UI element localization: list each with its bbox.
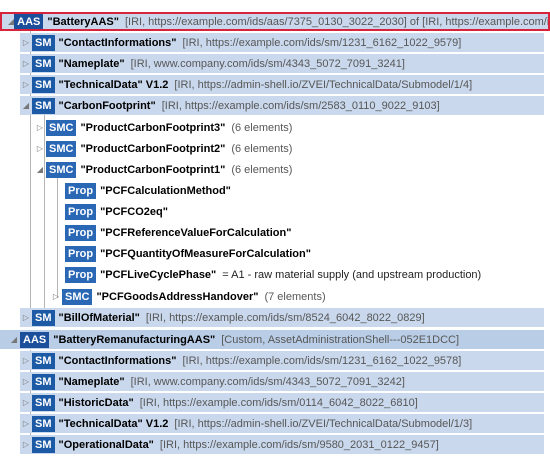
expand-chevron-icon[interactable]: ▷: [20, 313, 32, 322]
submodel-type-badge: SM: [32, 34, 55, 51]
expand-chevron-icon[interactable]: ▷: [20, 80, 32, 89]
tree-node-contact-informations-2[interactable]: ▷ SM "ContactInformations" [IRI, https:/…: [20, 351, 544, 370]
tree-node-contact-informations[interactable]: ▷ SM "ContactInformations" [IRI, https:/…: [20, 33, 544, 52]
expand-chevron-icon[interactable]: ▷: [20, 398, 32, 407]
collection-type-badge: SMC: [62, 288, 93, 305]
node-name: "PCFReferenceValueForCalculation": [100, 226, 292, 239]
node-name: "ProductCarbonFootprint2": [80, 142, 226, 155]
collapse-chevron-icon[interactable]: ◢: [34, 165, 46, 174]
submodel-type-badge: SM: [32, 436, 55, 453]
submodel-type-badge: SM: [32, 352, 55, 369]
node-name: "BatteryRemanufacturingAAS": [53, 333, 216, 346]
aas-type-badge: AAS: [14, 13, 44, 30]
node-name: "PCFCO2eq": [100, 205, 168, 218]
collapse-chevron-icon[interactable]: ◢: [20, 101, 32, 110]
tree-node-battery-remanufacturing-aas[interactable]: ◢ AAS "BatteryRemanufacturingAAS" [Custo…: [0, 330, 544, 349]
tree-node-nameplate-2[interactable]: ▷ SM "Nameplate" [IRI, www.company.com/i…: [20, 372, 544, 391]
tree-node-pcf-quantity-of-measure[interactable]: Prop "PCFQuantityOfMeasureForCalculation…: [65, 244, 544, 263]
submodel-type-badge: SM: [32, 97, 55, 114]
node-identifier: [IRI, https://example.com/ids/aas/7375_0…: [124, 15, 550, 28]
tree-node-nameplate[interactable]: ▷ SM "Nameplate" [IRI, www.company.com/i…: [20, 54, 544, 73]
tree-connector-line: [30, 30, 31, 320]
tree-node-pcf-goods-address-handover[interactable]: ▷ SMC "PCFGoodsAddressHandover" (7 eleme…: [50, 287, 544, 306]
tree-node-product-carbon-footprint-2[interactable]: ▷ SMC "ProductCarbonFootprint2" (6 eleme…: [34, 139, 544, 158]
node-identifier: [IRI, https://example.com/ids/sm/1231_61…: [182, 354, 462, 367]
tree-node-pcf-calculation-method[interactable]: Prop "PCFCalculationMethod": [65, 181, 544, 200]
submodel-type-badge: SM: [32, 55, 55, 72]
node-identifier: [IRI, https://example.com/ids/sm/0114_60…: [139, 396, 418, 409]
node-name: "OperationalData": [58, 438, 154, 451]
node-name: "PCFLiveCyclePhase": [100, 268, 217, 281]
node-identifier: [IRI, https://admin-shell.io/ZVEI/Techni…: [174, 417, 473, 430]
expand-chevron-icon[interactable]: ▷: [34, 123, 46, 132]
tree-node-battery-aas[interactable]: ◢ AAS "BatteryAAS" [IRI, https://example…: [0, 12, 550, 31]
submodel-type-badge: SM: [32, 76, 55, 93]
node-name: "TechnicalData" V1.2: [58, 417, 169, 430]
collection-type-badge: SMC: [46, 119, 77, 136]
node-name: "HistoricData": [58, 396, 134, 409]
submodel-type-badge: SM: [32, 373, 55, 390]
property-type-badge: Prop: [65, 245, 97, 262]
node-identifier: [IRI, https://example.com/ids/sm/9580_20…: [159, 438, 439, 451]
property-type-badge: Prop: [65, 203, 97, 220]
submodel-type-badge: SM: [32, 394, 55, 411]
tree-node-pcf-live-cycle-phase[interactable]: Prop "PCFLiveCyclePhase" = A1 - raw mate…: [65, 265, 544, 284]
node-name: "BillOfMaterial": [58, 311, 140, 324]
node-identifier: [IRI, www.company.com/ids/sm/4343_5072_7…: [130, 375, 405, 388]
aas-type-badge: AAS: [20, 331, 50, 348]
node-identifier: [Custom, AssetAdministrationShell---052E…: [221, 333, 460, 346]
node-name: "BatteryAAS": [47, 15, 119, 28]
node-identifier: [IRI, https://admin-shell.io/ZVEI/Techni…: [174, 78, 473, 91]
node-name: "PCFGoodsAddressHandover": [96, 290, 259, 303]
node-element-count: (6 elements): [231, 163, 293, 176]
submodel-type-badge: SM: [32, 415, 55, 432]
node-element-count: (6 elements): [231, 142, 293, 155]
property-value: = A1 - raw material supply (and upstream…: [222, 268, 482, 281]
tree-node-historic-data[interactable]: ▷ SM "HistoricData" [IRI, https://exampl…: [20, 393, 544, 412]
node-name: "PCFQuantityOfMeasureForCalculation": [100, 247, 311, 260]
expand-chevron-icon[interactable]: ▷: [20, 377, 32, 386]
node-identifier: [IRI, www.company.com/ids/sm/4343_5072_7…: [130, 57, 405, 70]
tree-node-bill-of-material[interactable]: ▷ SM "BillOfMaterial" [IRI, https://exam…: [20, 308, 544, 327]
tree-node-pcf-co2eq[interactable]: Prop "PCFCO2eq": [65, 202, 544, 221]
expand-chevron-icon[interactable]: ▷: [20, 59, 32, 68]
tree-node-operational-data[interactable]: ▷ SM "OperationalData" [IRI, https://exa…: [20, 435, 544, 454]
node-name: "Nameplate": [58, 57, 125, 70]
expand-chevron-icon[interactable]: ▷: [20, 38, 32, 47]
node-name: "ProductCarbonFootprint3": [80, 121, 226, 134]
node-element-count: (7 elements): [264, 290, 326, 303]
property-type-badge: Prop: [65, 266, 97, 283]
node-name: "ContactInformations": [58, 36, 177, 49]
node-name: "CarbonFootprint": [58, 99, 156, 112]
collection-type-badge: SMC: [46, 161, 77, 178]
expand-chevron-icon[interactable]: ▷: [20, 419, 32, 428]
property-type-badge: Prop: [65, 182, 97, 199]
tree-node-technical-data[interactable]: ▷ SM "TechnicalData" V1.2 [IRI, https://…: [20, 75, 544, 94]
tree-node-product-carbon-footprint-1[interactable]: ◢ SMC "ProductCarbonFootprint1" (6 eleme…: [34, 160, 544, 179]
expand-chevron-icon[interactable]: ▷: [50, 292, 62, 301]
node-name: "ProductCarbonFootprint1": [80, 163, 226, 176]
expand-chevron-icon[interactable]: ▷: [34, 144, 46, 153]
node-element-count: (6 elements): [231, 121, 293, 134]
node-name: "PCFCalculationMethod": [100, 184, 231, 197]
node-identifier: [IRI, https://example.com/ids/sm/2583_01…: [161, 99, 440, 112]
tree-node-technical-data-2[interactable]: ▷ SM "TechnicalData" V1.2 [IRI, https://…: [20, 414, 544, 433]
node-identifier: [IRI, https://example.com/ids/sm/1231_61…: [182, 36, 462, 49]
submodel-type-badge: SM: [32, 309, 55, 326]
node-name: "TechnicalData" V1.2: [58, 78, 169, 91]
tree-node-product-carbon-footprint-3[interactable]: ▷ SMC "ProductCarbonFootprint3" (6 eleme…: [34, 118, 544, 137]
expand-chevron-icon[interactable]: ▷: [20, 440, 32, 449]
node-identifier: [IRI, https://example.com/ids/sm/8524_60…: [145, 311, 425, 324]
tree-node-carbon-footprint[interactable]: ◢ SM "CarbonFootprint" [IRI, https://exa…: [20, 96, 544, 115]
property-type-badge: Prop: [65, 224, 97, 241]
node-name: "Nameplate": [58, 375, 125, 388]
tree-node-pcf-reference-value[interactable]: Prop "PCFReferenceValueForCalculation": [65, 223, 544, 242]
tree-connector-line: [57, 178, 58, 298]
collapse-chevron-icon[interactable]: ◢: [8, 335, 20, 344]
collection-type-badge: SMC: [46, 140, 77, 157]
node-name: "ContactInformations": [58, 354, 177, 367]
expand-chevron-icon[interactable]: ▷: [20, 356, 32, 365]
